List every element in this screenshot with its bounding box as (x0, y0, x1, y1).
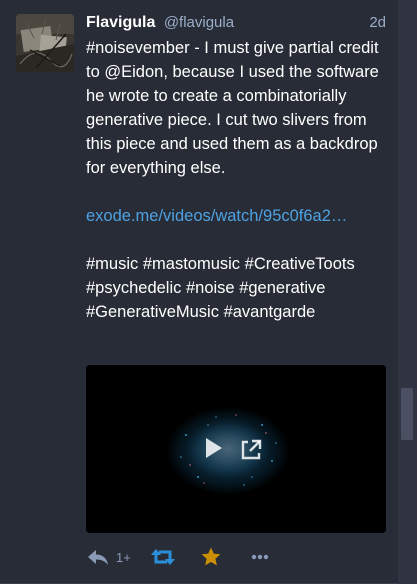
video-url-link[interactable]: exode.me/videos/watch/95c0f6a2… (86, 207, 347, 225)
status-paragraph: #noisevember - I must give partial credi… (86, 36, 392, 180)
scrollbar[interactable] (398, 0, 417, 584)
favourite-button[interactable] (200, 544, 222, 570)
boost-button[interactable] (150, 544, 176, 570)
avatar[interactable] (16, 14, 74, 72)
hashtag-link[interactable]: #noisevember (86, 39, 190, 57)
status-post[interactable]: Flavigula @flavigula 2d #noisevember - I… (0, 0, 398, 584)
hashtag-link[interactable]: #GenerativeMusic (86, 303, 219, 321)
star-icon (201, 547, 221, 566)
boost-icon (151, 549, 175, 565)
reply-button[interactable]: 1+ (86, 544, 131, 570)
ellipsis-icon (251, 554, 269, 560)
tags-paragraph: #music #mastomusic #CreativeToots #psych… (86, 252, 392, 324)
status-header: Flavigula @flavigula (86, 11, 388, 35)
mention-link[interactable]: @Eidon (104, 63, 163, 81)
hashtag-link[interactable]: #noise (186, 279, 235, 297)
more-button[interactable] (250, 544, 270, 570)
hashtag-link[interactable]: #psychedelic (86, 279, 181, 297)
scrollbar-thumb[interactable] (401, 388, 413, 440)
video-embed[interactable] (86, 365, 386, 533)
hashtag-link[interactable]: #mastomusic (143, 255, 240, 273)
hashtag-link[interactable]: #CreativeToots (245, 255, 355, 273)
display-name[interactable]: Flavigula (86, 14, 155, 31)
account-handle[interactable]: @flavigula (164, 14, 234, 31)
reply-icon (88, 550, 108, 565)
url-paragraph: exode.me/videos/watch/95c0f6a2… (86, 204, 392, 228)
relative-time[interactable]: 2d (369, 11, 386, 35)
external-link-icon[interactable] (238, 437, 264, 463)
status-content: #noisevember - I must give partial credi… (86, 36, 392, 324)
timeline-column: Flavigula @flavigula 2d #noisevember - I… (0, 0, 417, 584)
hashtag-link[interactable]: #music (86, 255, 138, 273)
hashtag-link[interactable]: #generative (239, 279, 325, 297)
hashtag-link[interactable]: #avantgarde (224, 303, 316, 321)
avatar-image (16, 14, 74, 72)
reply-count: 1+ (116, 549, 131, 565)
video-thumbnail (86, 365, 386, 533)
play-icon[interactable] (198, 433, 228, 463)
status-action-bar: 1+ (86, 544, 386, 570)
